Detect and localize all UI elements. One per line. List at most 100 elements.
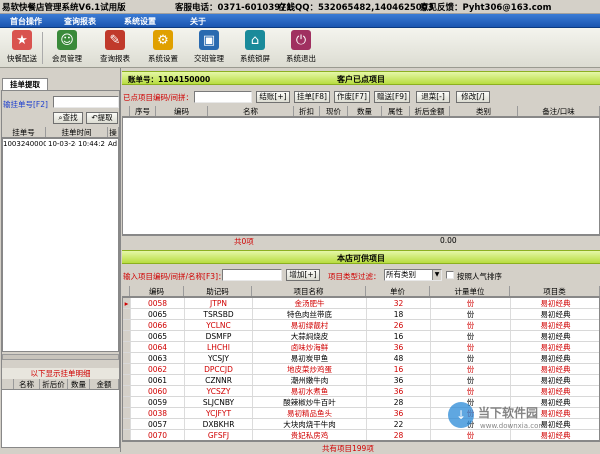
toolbar-report-button[interactable]: ✎ 查询报表 xyxy=(96,30,134,66)
sort-popularity-label: 按照人气排序 xyxy=(457,272,502,281)
checkout-button[interactable]: 结账[+] xyxy=(256,91,290,103)
cell-price: 28 xyxy=(367,430,431,440)
hold-order-button[interactable]: 挂单[F8] xyxy=(294,91,330,103)
table-row[interactable]: 0066 YCLNC 易初绿靓村 26 份易初经典 xyxy=(123,320,599,331)
held-orders-list: 1003240000 10-03-24 10:44:2 Ad xyxy=(2,138,119,352)
search-held-button[interactable]: ⌕查找 xyxy=(53,112,83,124)
extract-held-label: 提取 xyxy=(97,113,113,122)
cell-price: 26 xyxy=(367,320,431,330)
row-indicator: ▸ xyxy=(123,298,131,308)
cell-code: 0062 xyxy=(131,364,185,374)
table-row[interactable]: 0064 LHCHI 卤味炒海鲜 36 份易初经典 xyxy=(123,342,599,353)
cell-code: 0057 xyxy=(131,419,185,429)
cell-price: 36 xyxy=(367,342,431,352)
left-panel: 挂单提取 输挂单号[F2] ⌕查找 ↶提取 挂单号 挂单时间 操 1003240… xyxy=(0,68,121,452)
cell-py: YCSZY xyxy=(185,386,253,396)
ordered-total-amount: 0.00 xyxy=(440,236,457,245)
held-orders-panel: 输挂单号[F2] ⌕查找 ↶提取 挂单号 挂单时间 操 1003240000 1… xyxy=(1,90,120,448)
menu-settings[interactable]: 系统设置 xyxy=(124,16,156,27)
available-code-input[interactable] xyxy=(222,269,282,281)
cell-py: YCJFYT xyxy=(185,408,253,418)
cell-py: DPCCJD xyxy=(185,364,253,374)
table-row[interactable]: 0065 TSRSBD 特色肉丝带底 18 份易初经典 xyxy=(123,309,599,320)
table-row[interactable]: 1003240000 10-03-24 10:44:2 Ad xyxy=(3,139,118,149)
gift-button[interactable]: 赠送[F9] xyxy=(374,91,410,103)
held-order-code-input[interactable] xyxy=(53,96,119,108)
watermark-text: 当下软件园 xyxy=(478,406,539,420)
cell-price: 36 xyxy=(367,386,431,396)
cell-unit: 份 xyxy=(431,331,511,341)
return-dish-button[interactable]: 退菜[-] xyxy=(416,91,450,103)
cell-cat: 易初经典 xyxy=(511,386,599,396)
col-held-time: 挂单时间 xyxy=(46,127,108,137)
cell-py: SLJCNBY xyxy=(185,397,253,407)
cell-price: 16 xyxy=(367,364,431,374)
row-indicator xyxy=(123,430,131,440)
cell-code: 0038 xyxy=(131,408,185,418)
cell-name: 潮州嫩牛肉 xyxy=(253,375,367,385)
toolbar-handover-button[interactable]: ▣ 交班管理 xyxy=(190,30,228,66)
cell-cat: 易初经典 xyxy=(511,331,599,341)
cell-price: 36 xyxy=(367,408,431,418)
col-detail-price: 折后价 xyxy=(40,379,68,389)
table-row[interactable]: 0061 CZNNR 潮州嫩牛肉 36 份易初经典 xyxy=(123,375,599,386)
held-detail-list xyxy=(2,390,119,447)
table-row[interactable]: 0060 YCSZY 易初水煮鱼 36 份易初经典 xyxy=(123,386,599,397)
toolbar-members-button[interactable]: ☺ 会员管理 xyxy=(48,30,86,66)
col-name: 名称 xyxy=(208,106,294,116)
report-icon: ✎ xyxy=(105,30,125,50)
toolbar-lock-button[interactable]: ⌂ 系统锁屏 xyxy=(236,30,274,66)
row-indicator xyxy=(123,364,131,374)
category-filter-select[interactable]: 所有类别 ▼ xyxy=(384,269,442,281)
ordered-items-list xyxy=(122,117,600,235)
available-items-actions: 输入项目编码/间拼/名称[F3]： 增加[+] 项目类型过滤： 所有类别 ▼ 按… xyxy=(122,267,600,283)
held-row-no: 1003240000 xyxy=(3,140,46,148)
held-order-code-label: 输挂单号[F2] xyxy=(3,100,48,109)
modify-button[interactable]: 修改[/] xyxy=(456,91,490,103)
held-list-scrollbar[interactable] xyxy=(2,354,119,360)
chevron-down-icon[interactable]: ▼ xyxy=(432,270,441,280)
col-held-op: 操 xyxy=(108,127,119,137)
add-item-button[interactable]: 增加[+] xyxy=(286,269,320,281)
sort-popularity-checkbox[interactable] xyxy=(446,271,454,279)
toolbar-delivery-button[interactable]: ★ 快餐配送 xyxy=(6,30,38,66)
cell-unit: 份 xyxy=(431,386,511,396)
cell-name: 易初精品鱼头 xyxy=(253,408,367,418)
cell-price: 28 xyxy=(367,397,431,407)
toolbar-settings-button[interactable]: ⚙ 系统设置 xyxy=(144,30,182,66)
cell-name: 易初炭甲鱼 xyxy=(253,353,367,363)
col-item-price: 单价 xyxy=(366,286,430,296)
row-indicator xyxy=(123,375,131,385)
main-area: 账单号：1104150000 客户已点项目 已点项目编码/间拼： 结账[+] 挂… xyxy=(122,68,600,453)
cell-py: DSMFP xyxy=(185,331,253,341)
cell-price: 48 xyxy=(367,353,431,363)
col-detail-name: 名称 xyxy=(14,379,40,389)
col-item-code: 编码 xyxy=(130,286,184,296)
menu-front-ops[interactable]: 首台操作 xyxy=(10,16,42,27)
col-item-unit: 计量单位 xyxy=(430,286,510,296)
cell-name: 金汤肥牛 xyxy=(253,298,367,308)
held-orders-header: 挂单号 挂单时间 操 xyxy=(2,127,119,138)
menu-about[interactable]: 关于 xyxy=(190,16,206,27)
table-row[interactable]: 0063 YCSJY 易初炭甲鱼 48 份易初经典 xyxy=(123,353,599,364)
table-row[interactable]: 0065 DSMFP 大蒜焖烧皮 16 份易初经典 xyxy=(123,331,599,342)
menu-reports[interactable]: 查询报表 xyxy=(64,16,96,27)
toolbar-settings-label: 系统设置 xyxy=(148,54,178,63)
cell-unit: 份 xyxy=(431,353,511,363)
col-seq: 序号 xyxy=(130,106,156,116)
ordered-code-input[interactable] xyxy=(194,91,252,103)
extract-held-button[interactable]: ↶提取 xyxy=(86,112,118,124)
row-indicator xyxy=(123,353,131,363)
toolbar-exit-label: 系统退出 xyxy=(286,54,316,63)
cell-code: 0061 xyxy=(131,375,185,385)
tab-held-orders[interactable]: 挂单提取 xyxy=(2,78,48,90)
available-total-count: 共有项目199项 xyxy=(322,444,374,453)
table-row[interactable]: ▸ 0058 JTPN 金汤肥牛 32 份易初经典 xyxy=(123,298,599,309)
category-filter-label: 项目类型过滤： xyxy=(328,272,381,281)
toolbar-exit-button[interactable]: ⏻ 系统退出 xyxy=(282,30,320,66)
table-row[interactable]: 0062 DPCCJD 地皮菜炒鸡蛋 16 份易初经典 xyxy=(123,364,599,375)
col-detail-qty: 数量 xyxy=(68,379,90,389)
void-button[interactable]: 作废[F7] xyxy=(334,91,370,103)
held-row-clock: 10:44:2 xyxy=(78,140,105,148)
watermark: ↓ 当下软件园 www.downxia.com xyxy=(442,398,592,438)
